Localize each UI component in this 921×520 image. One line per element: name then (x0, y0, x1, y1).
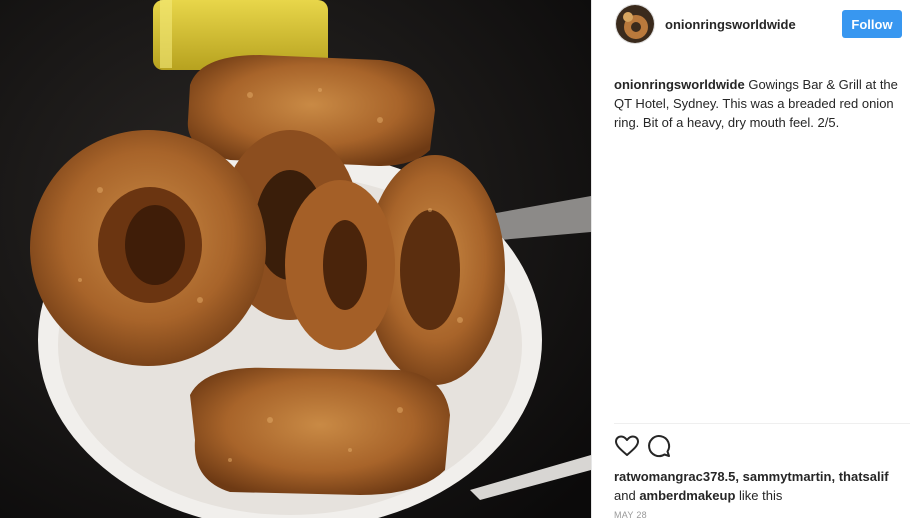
instagram-post: onionringsworldwide Follow onionringswor… (0, 0, 921, 520)
avatar-image (616, 5, 654, 43)
comment-icon[interactable] (646, 433, 672, 459)
post-sidebar: onionringsworldwide Follow onionringswor… (591, 0, 921, 520)
likes-line: ratwomangrac378.5, sammytmartin, thatsal… (614, 467, 914, 505)
post-header: onionringsworldwide Follow (592, 0, 921, 50)
divider (614, 423, 910, 424)
action-bar (614, 433, 714, 459)
likes-last-user[interactable]: amberdmakeup (639, 488, 735, 503)
onion-rings-photo (0, 0, 591, 518)
likes-names[interactable]: ratwomangrac378.5, sammytmartin, thatsal… (614, 469, 889, 484)
caption-username[interactable]: onionringsworldwide (614, 77, 745, 92)
post-photo[interactable] (0, 0, 591, 518)
avatar[interactable] (615, 4, 655, 44)
post-date: MAY 28 (614, 510, 647, 520)
post-username[interactable]: onionringsworldwide (665, 17, 796, 32)
heart-icon[interactable] (614, 433, 640, 459)
likes-suffix: like this (735, 488, 783, 503)
follow-button[interactable]: Follow (842, 10, 902, 38)
likes-and: and (614, 488, 640, 503)
post-caption: onionringsworldwide Gowings Bar & Grill … (614, 75, 909, 132)
